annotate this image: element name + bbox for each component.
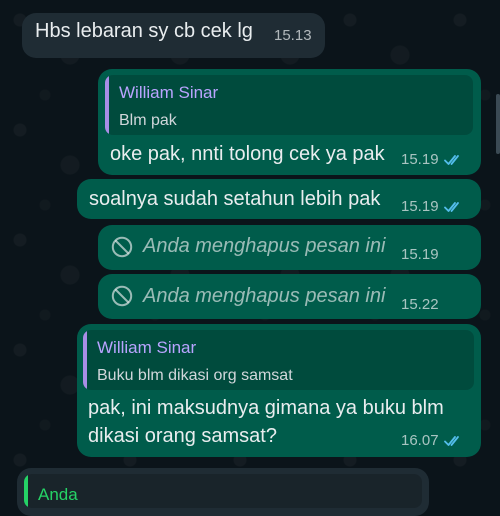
quote-accent-bar [83, 330, 87, 390]
quote-author: William Sinar [119, 83, 219, 102]
message-bubble-incoming-reply-partial[interactable]: Anda [17, 468, 429, 516]
quote-text: Buku blm dikasi org samsat [97, 367, 293, 384]
block-icon [111, 236, 133, 258]
quote-author: William Sinar [97, 338, 197, 357]
message-time: 15.19 [401, 198, 439, 215]
message-meta: 15.13 [274, 27, 312, 44]
quote-accent-bar [105, 75, 109, 135]
quote-accent-bar [24, 474, 28, 508]
deleted-message-bubble[interactable]: Anda menghapus pesan ini 15.22 [98, 274, 481, 319]
message-text: Hbs lebaran sy cb cek lg [35, 20, 253, 42]
message-text: oke pak, nnti tolong cek ya pak [110, 143, 385, 165]
message-meta: 16.07 [401, 432, 464, 449]
message-time: 15.13 [274, 27, 312, 44]
message-meta: 15.19 [401, 246, 439, 263]
message-meta: 15.19 [401, 198, 464, 215]
scroll-indicator[interactable] [496, 94, 500, 154]
message-bubble-outgoing-reply[interactable]: William Sinar Buku blm dikasi org samsat… [77, 324, 481, 457]
quote-text: Blm pak [119, 112, 177, 129]
message-bubble-outgoing-reply[interactable]: William Sinar Blm pak oke pak, nnti tolo… [98, 69, 481, 175]
message-meta: 15.19 [401, 151, 464, 168]
message-text: soalnya sudah setahun lebih pak [89, 188, 381, 210]
deleted-message-text: Anda menghapus pesan ini [143, 285, 386, 307]
message-bubble-incoming[interactable]: Hbs lebaran sy cb cek lg 15.13 [22, 13, 325, 58]
block-icon [111, 285, 133, 307]
quoted-message[interactable]: Anda [24, 474, 422, 508]
quoted-message[interactable]: William Sinar Buku blm dikasi org samsat [83, 330, 474, 390]
message-time: 15.22 [401, 296, 439, 313]
message-text-line-2: dikasi orang samsat? [88, 425, 277, 447]
double-check-icon [443, 435, 459, 446]
double-check-icon [443, 154, 459, 165]
deleted-message-bubble[interactable]: Anda menghapus pesan ini 15.19 [98, 225, 481, 270]
quote-author: Anda [38, 485, 78, 504]
quoted-message[interactable]: William Sinar Blm pak [105, 75, 473, 135]
message-meta: 15.22 [401, 296, 439, 313]
message-time: 16.07 [401, 432, 439, 449]
deleted-message-text: Anda menghapus pesan ini [143, 235, 386, 257]
message-bubble-outgoing[interactable]: soalnya sudah setahun lebih pak 15.19 [77, 179, 481, 219]
message-time: 15.19 [401, 246, 439, 263]
message-time: 15.19 [401, 151, 439, 168]
double-check-icon [443, 201, 459, 212]
message-text-line-1: pak, ini maksudnya gimana ya buku blm [88, 397, 444, 419]
